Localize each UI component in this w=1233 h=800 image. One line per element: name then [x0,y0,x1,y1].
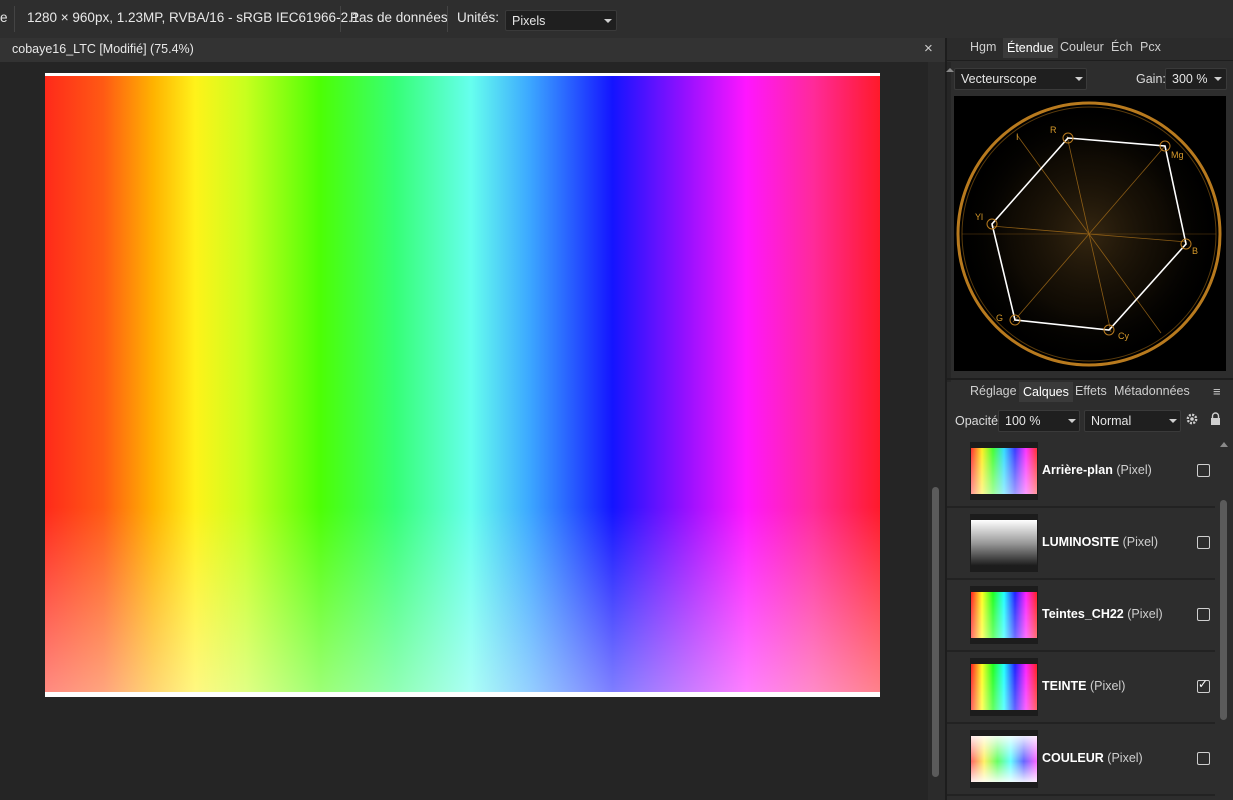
units-dropdown[interactable]: Pixels [505,10,617,31]
divider [340,6,341,32]
layer-visibility-checkbox[interactable] [1197,677,1210,693]
divider [447,6,448,32]
tab-hgm[interactable]: Hgm [970,40,996,54]
gain-value: 300 % [1172,72,1208,86]
tab-effets[interactable]: Effets [1075,384,1107,398]
scroll-up-icon[interactable] [1220,442,1228,447]
panel-menu-icon[interactable]: ≡ [1213,384,1221,399]
chevron-down-icon [1075,77,1083,81]
scope-tabs: Hgm Étendue Couleur Éch Pcx [947,38,1233,60]
document-image[interactable] [45,73,880,697]
blend-mode-dropdown[interactable]: Normal [1084,410,1181,432]
document-title: cobaye16_LTC [Modifié] (75.4%) [12,42,194,56]
tab-reglage[interactable]: Réglage [970,384,1017,398]
layers-list: Arrière-plan (Pixel) LUMINOSITE (Pixel) … [947,436,1215,800]
opacity-dropdown[interactable]: 100 % [998,410,1080,432]
layer-thumbnail [970,730,1038,788]
layer-name: Teintes_CH22 (Pixel) [1042,607,1163,621]
close-icon[interactable]: × [924,40,933,57]
target-cy: Cy [1118,331,1129,341]
layer-thumbnail [970,586,1038,644]
layer-thumbnail [970,442,1038,500]
target-i: I [1016,132,1019,142]
tab-metadonnees[interactable]: Métadonnées [1114,384,1190,398]
right-panel: Hgm Étendue Couleur Éch Pcx Vecteurscope… [946,38,1233,800]
chevron-down-icon [604,19,612,23]
layer-name: COULEUR (Pixel) [1042,751,1143,765]
units-label: Unités: [457,10,500,25]
gear-icon[interactable] [1185,412,1199,426]
vectorscope-graph: R Mg B Cy G Yl I [956,101,1222,367]
layer-visibility-checkbox[interactable] [1197,608,1210,621]
layers-tabs: Réglage Calques Effets Métadonnées ≡ [947,382,1233,404]
target-yl: Yl [975,212,983,222]
layer-thumbnail [970,514,1038,572]
scrollbar-thumb[interactable] [1220,500,1227,720]
layer-row[interactable]: COULEUR (Pixel) [947,724,1215,796]
layer-row[interactable]: Arrière-plan (Pixel) [947,436,1215,508]
tab-couleur[interactable]: Couleur [1060,40,1104,54]
layer-name: Arrière-plan (Pixel) [1042,463,1152,477]
layer-name: LUMINOSITE (Pixel) [1042,535,1158,549]
layer-visibility-checkbox[interactable] [1197,464,1210,477]
chevron-down-icon [1068,419,1076,423]
toolbar-fragment: e [0,10,8,25]
document-tab[interactable]: cobaye16_LTC [Modifié] (75.4%) × [0,38,945,62]
gain-dropdown[interactable]: 300 % [1165,68,1227,90]
vectorscope: R Mg B Cy G Yl I [954,96,1226,371]
scrollbar-thumb[interactable] [932,487,939,777]
gain-label: Gain: [1136,72,1166,86]
blend-mode-value: Normal [1091,414,1132,428]
canvas-scrollbar[interactable] [928,62,945,800]
opacity-value: 100 % [1005,414,1041,428]
metadata-status[interactable]: Pas de données [350,10,448,25]
tab-ech[interactable]: Éch [1111,40,1133,54]
layer-row[interactable]: TEINTE (Pixel) [947,652,1215,724]
scroll-up-icon[interactable] [946,68,954,72]
layer-thumbnail [970,658,1038,716]
chevron-down-icon [1169,419,1177,423]
context-toolbar: e 1280 × 960px, 1.23MP, RVBA/16 - sRGB I… [0,0,1233,39]
target-b: B [1192,246,1198,256]
opacity-label: Opacité: [955,414,1002,428]
chevron-down-icon [1214,77,1222,81]
layer-visibility-checkbox[interactable] [1197,752,1210,765]
layer-visibility-checkbox[interactable] [1197,536,1210,549]
scope-mode-value: Vecteurscope [961,72,1037,86]
layers-scrollbar[interactable] [1215,436,1233,800]
hue-spectrum-image [45,76,880,692]
units-value: Pixels [512,14,546,28]
layer-name: TEINTE (Pixel) [1042,679,1126,693]
divider [14,6,15,32]
tab-pcx[interactable]: Pcx [1140,40,1161,54]
target-mg: Mg [1171,150,1184,160]
tab-calques[interactable]: Calques [1019,382,1073,402]
lock-icon[interactable] [1210,412,1221,426]
target-r: R [1050,125,1057,135]
document-tabbar: cobaye16_LTC [Modifié] (75.4%) × [0,38,945,62]
document-info[interactable]: 1280 × 960px, 1.23MP, RVBA/16 - sRGB IEC… [27,10,359,25]
layer-row[interactable]: LUMINOSITE (Pixel) [947,508,1215,580]
layer-row[interactable]: Teintes_CH22 (Pixel) [947,580,1215,652]
tab-etendue[interactable]: Étendue [1003,38,1058,58]
scope-mode-dropdown[interactable]: Vecteurscope [954,68,1087,90]
target-g: G [996,313,1003,323]
